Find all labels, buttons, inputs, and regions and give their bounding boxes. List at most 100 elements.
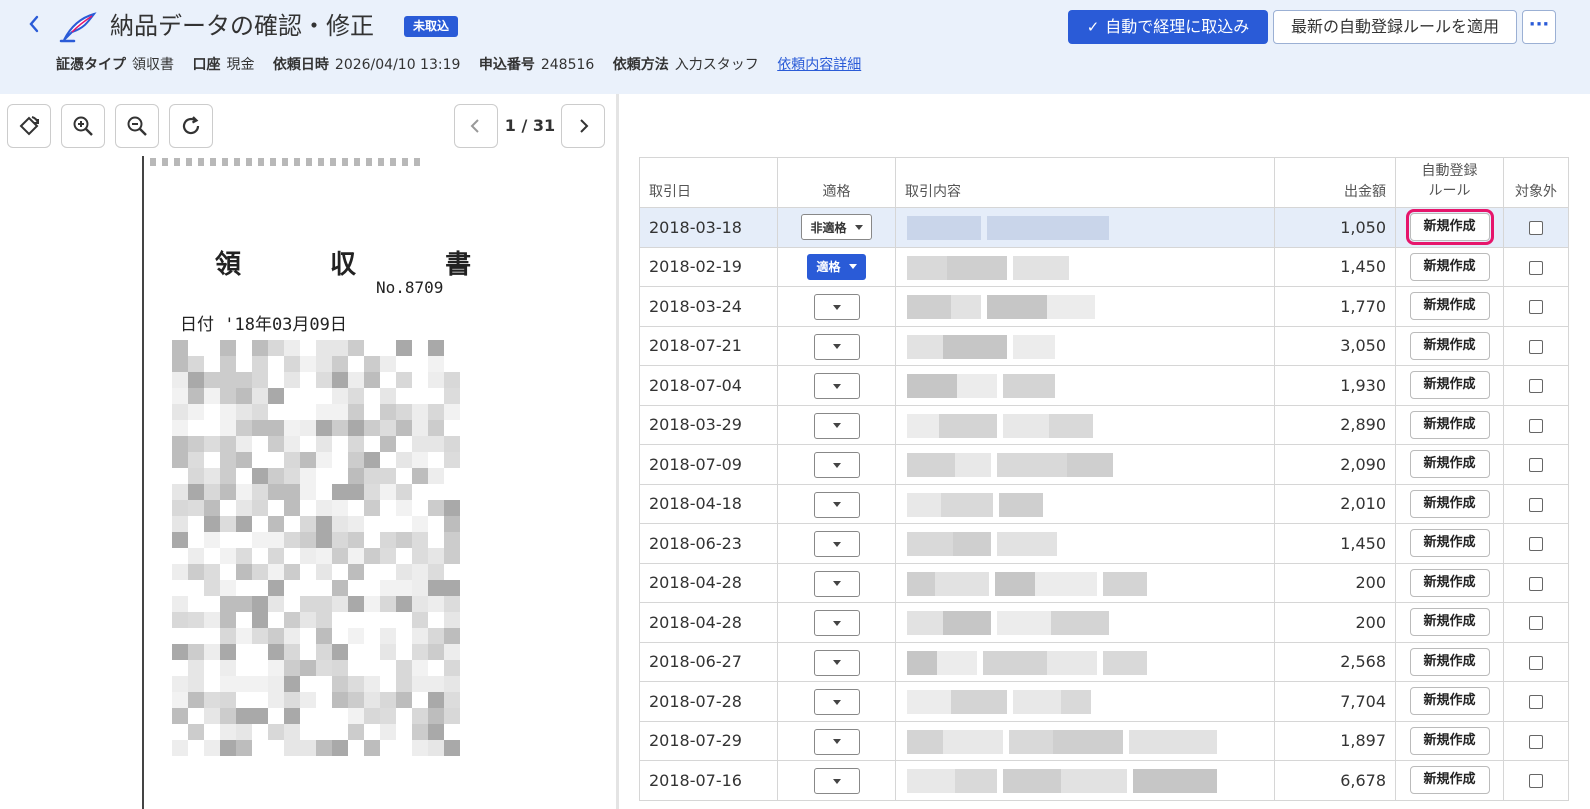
fit-dropdown[interactable] — [813, 491, 860, 518]
cell-amount: 1,450 — [1274, 246, 1396, 287]
create-rule-button[interactable]: 新規作成 — [1405, 209, 1494, 246]
zoom-out-button[interactable] — [115, 104, 159, 148]
create-rule-button[interactable]: 新規作成 — [1409, 410, 1490, 439]
fit-dropdown[interactable] — [813, 294, 860, 321]
request-detail-link[interactable]: 依頼内容詳細 — [777, 57, 861, 73]
create-rule-button[interactable]: 新規作成 — [1409, 252, 1490, 281]
meta-value: 入力スタッフ — [674, 57, 759, 73]
create-rule-button[interactable]: 新規作成 — [1409, 450, 1490, 479]
cell-excluded — [1503, 760, 1569, 801]
exclude-checkbox[interactable] — [1529, 655, 1543, 670]
fit-dropdown[interactable] — [813, 649, 860, 676]
cell-date: 2018-03-24 — [639, 286, 778, 327]
cell-amount: 1,897 — [1274, 720, 1396, 761]
cell-desc-redacted — [895, 325, 1275, 366]
fit-dropdown[interactable] — [813, 768, 860, 795]
rotate-icon — [19, 116, 39, 136]
table-row[interactable]: 2018-07-09 2,090 新規作成 — [639, 444, 1569, 485]
create-rule-button[interactable]: 新規作成 — [1409, 292, 1490, 321]
refresh-button[interactable] — [169, 104, 213, 148]
auto-import-button[interactable]: ✓ 自動で経理に取込み — [1068, 10, 1268, 44]
table-row[interactable]: 2018-04-18 2,010 新規作成 — [639, 483, 1569, 524]
fit-dropdown[interactable] — [813, 373, 860, 400]
cell-amount: 2,568 — [1274, 641, 1396, 682]
caret-down-icon — [832, 383, 841, 389]
rotate-button[interactable] — [7, 104, 51, 148]
table-row[interactable]: 2018-07-28 7,704 新規作成 — [639, 681, 1569, 722]
create-rule-button[interactable]: 新規作成 — [1409, 529, 1490, 558]
fit-dropdown[interactable] — [813, 412, 860, 439]
exclude-checkbox[interactable] — [1529, 260, 1543, 275]
exclude-checkbox[interactable] — [1529, 616, 1543, 631]
fit-dropdown[interactable] — [813, 333, 860, 360]
exclude-checkbox[interactable] — [1529, 418, 1543, 433]
exclude-checkbox[interactable] — [1529, 458, 1543, 473]
table-row[interactable]: 2018-03-18 非適格 1,050 新規作成 — [639, 207, 1569, 248]
create-rule-button[interactable]: 新規作成 — [1409, 489, 1490, 518]
table-row[interactable]: 2018-07-21 3,050 新規作成 — [639, 325, 1569, 366]
col-header-date[interactable]: 取引日 — [639, 157, 778, 208]
pane-divider[interactable] — [616, 94, 619, 809]
cell-excluded — [1503, 562, 1569, 603]
table-row[interactable]: 2018-07-29 1,897 新規作成 — [639, 720, 1569, 761]
exclude-checkbox[interactable] — [1529, 497, 1543, 512]
exclude-checkbox[interactable] — [1529, 379, 1543, 394]
exclude-checkbox[interactable] — [1529, 339, 1543, 354]
cell-fit — [777, 641, 896, 682]
back-button[interactable] — [22, 14, 46, 40]
fit-dropdown[interactable]: 非適格 — [801, 214, 872, 241]
caret-down-icon — [832, 423, 841, 429]
fit-dropdown[interactable] — [813, 610, 860, 637]
exclude-checkbox[interactable] — [1529, 774, 1543, 789]
fit-dropdown[interactable] — [813, 728, 860, 755]
fit-dropdown[interactable]: 適格 — [807, 253, 866, 280]
fit-dropdown[interactable] — [813, 452, 860, 479]
cell-rule: 新規作成 — [1395, 325, 1504, 366]
exclude-checkbox[interactable] — [1529, 221, 1543, 236]
caret-down-icon — [832, 581, 841, 587]
fit-dropdown[interactable] — [813, 689, 860, 716]
apply-rules-button[interactable]: 最新の自動登録ルールを適用 — [1273, 10, 1517, 44]
exclude-checkbox[interactable] — [1529, 537, 1543, 552]
col-header-fit[interactable]: 適格 — [777, 157, 896, 208]
prev-page-button[interactable] — [454, 104, 498, 148]
col-header-amount[interactable]: 出金額 — [1274, 157, 1396, 208]
cell-rule: 新規作成 — [1395, 720, 1504, 761]
create-rule-button[interactable]: 新規作成 — [1409, 331, 1490, 360]
table-row[interactable]: 2018-07-16 6,678 新規作成 — [639, 760, 1569, 801]
cell-amount: 200 — [1274, 602, 1396, 643]
caret-down-icon — [832, 541, 841, 547]
next-page-button[interactable] — [561, 104, 605, 148]
table-row[interactable]: 2018-04-28 200 新規作成 — [639, 602, 1569, 643]
more-menu-button[interactable]: ··· — [1522, 10, 1556, 44]
table-row[interactable]: 2018-06-27 2,568 新規作成 — [639, 641, 1569, 682]
fit-dropdown[interactable] — [813, 570, 860, 597]
table-row[interactable]: 2018-02-19 適格 1,450 新規作成 — [639, 246, 1569, 287]
exclude-checkbox[interactable] — [1529, 695, 1543, 710]
auto-import-label: 自動で経理に取込み — [1105, 17, 1250, 36]
zoom-in-button[interactable] — [61, 104, 105, 148]
create-rule-button[interactable]: 新規作成 — [1409, 726, 1490, 755]
exclude-checkbox[interactable] — [1529, 300, 1543, 315]
create-rule-button[interactable]: 新規作成 — [1409, 371, 1490, 400]
exclude-checkbox[interactable] — [1529, 576, 1543, 591]
cell-excluded — [1503, 286, 1569, 327]
table-row[interactable]: 2018-04-28 200 新規作成 — [639, 562, 1569, 603]
exclude-checkbox[interactable] — [1529, 734, 1543, 749]
fit-dropdown[interactable] — [813, 531, 860, 558]
cell-excluded — [1503, 404, 1569, 445]
table-row[interactable]: 2018-03-24 1,770 新規作成 — [639, 286, 1569, 327]
cell-fit — [777, 760, 896, 801]
table-row[interactable]: 2018-06-23 1,450 新規作成 — [639, 523, 1569, 564]
cell-rule: 新規作成 — [1395, 641, 1504, 682]
create-rule-button[interactable]: 新規作成 — [1409, 687, 1490, 716]
create-rule-button[interactable]: 新規作成 — [1409, 766, 1490, 795]
create-rule-button[interactable]: 新規作成 — [1409, 568, 1490, 597]
create-rule-button[interactable]: 新規作成 — [1409, 647, 1490, 676]
create-rule-button[interactable]: 新規作成 — [1409, 608, 1490, 637]
cell-amount: 1,770 — [1274, 286, 1396, 327]
col-header-desc[interactable]: 取引内容 — [895, 157, 1275, 208]
table-row[interactable]: 2018-03-29 2,890 新規作成 — [639, 404, 1569, 445]
table-row[interactable]: 2018-07-04 1,930 新規作成 — [639, 365, 1569, 406]
receipt-title: 領 収 書 — [215, 250, 512, 280]
